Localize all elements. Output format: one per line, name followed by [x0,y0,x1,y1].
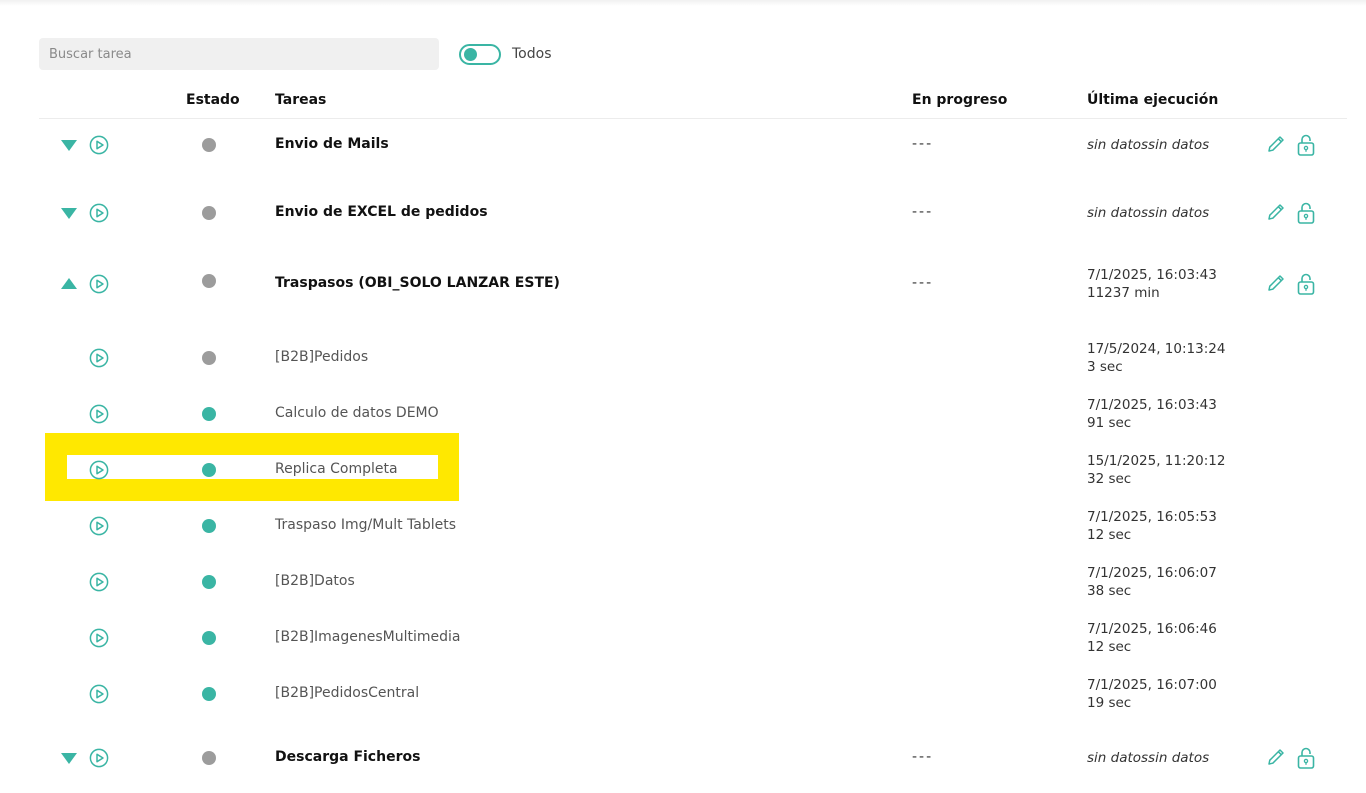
lock-icon[interactable] [1296,272,1316,296]
last-run-date: 17/5/2024, 10:13:24 [1087,341,1226,357]
status-dot [202,407,216,421]
task-row-envio-de-excel[interactable]: Envio de EXCEL de pedidos --- sin datoss… [0,202,1366,224]
play-icon[interactable] [89,274,109,294]
play-icon[interactable] [89,404,109,424]
task-last-run: sin datossin datos [1087,750,1210,766]
last-run-duration: 91 sec [1087,415,1132,431]
last-run-duration: 12 sec [1087,527,1132,543]
status-dot [202,519,216,533]
expand-caret-icon[interactable] [61,208,77,219]
status-dot [202,463,216,477]
last-run-duration: 38 sec [1087,583,1132,599]
header-divider [39,118,1347,119]
subtask-row[interactable]: Calculo de datos DEMO 7/1/2025, 16:03:43… [0,397,1366,431]
play-icon[interactable] [89,348,109,368]
play-icon[interactable] [89,748,109,768]
task-name: [B2B]ImagenesMultimedia [275,629,461,645]
todos-toggle[interactable] [459,44,501,65]
last-run-duration: 3 sec [1087,359,1123,375]
last-run-duration: 11237 min [1087,285,1160,301]
status-dot [202,751,216,765]
status-dot [202,631,216,645]
toggle-knob [464,48,477,61]
last-run-date: 7/1/2025, 16:07:00 [1087,677,1217,693]
search-input[interactable] [39,38,439,70]
task-last-run: 7/1/2025, 16:03:43 11237 min [1087,266,1217,302]
status-dot [202,206,216,220]
last-run-date: 7/1/2025, 16:06:46 [1087,621,1217,637]
play-icon[interactable] [89,628,109,648]
last-run-date: 7/1/2025, 16:05:53 [1087,509,1217,525]
task-last-run: sin datossin datos [1087,137,1210,153]
last-run-duration: 32 sec [1087,471,1132,487]
task-last-run: 7/1/2025, 16:05:53 12 sec [1087,508,1217,544]
status-dot [202,687,216,701]
status-dot [202,274,216,288]
toggle-label: Todos [512,46,552,62]
task-progress: --- [912,275,934,291]
subtask-row[interactable]: [B2B]Datos 7/1/2025, 16:06:07 38 sec [0,565,1366,599]
pencil-icon[interactable] [1266,202,1286,222]
last-run-date: 15/1/2025, 11:20:12 [1087,453,1226,469]
pencil-icon[interactable] [1266,273,1286,293]
column-header-estado: Estado [186,92,240,108]
task-last-run: 17/5/2024, 10:13:24 3 sec [1087,340,1225,376]
task-name: Traspasos (OBI_SOLO LANZAR ESTE) [275,275,560,291]
play-icon[interactable] [89,516,109,536]
column-header-tareas: Tareas [275,92,327,108]
subtask-row-highlighted[interactable]: Replica Completa 15/1/2025, 11:20:12 32 … [0,453,1366,487]
status-dot [202,351,216,365]
play-icon[interactable] [89,135,109,155]
task-last-run: 7/1/2025, 16:06:46 12 sec [1087,620,1217,656]
task-row-envio-de-mails[interactable]: Envio de Mails --- sin datossin datos [0,134,1366,156]
last-run-duration: 19 sec [1087,695,1132,711]
play-icon[interactable] [89,460,109,480]
subtask-row[interactable]: [B2B]ImagenesMultimedia 7/1/2025, 16:06:… [0,621,1366,655]
task-name: [B2B]Datos [275,573,355,589]
expand-caret-icon[interactable] [61,753,77,764]
task-name: [B2B]PedidosCentral [275,685,420,701]
expand-caret-icon[interactable] [61,140,77,151]
task-last-run: 7/1/2025, 16:03:43 91 sec [1087,396,1217,432]
subtask-row[interactable]: [B2B]PedidosCentral 7/1/2025, 16:07:00 1… [0,677,1366,711]
lock-icon[interactable] [1296,746,1316,770]
column-header-ultima-ejecucion: Última ejecución [1087,92,1219,108]
collapse-caret-icon[interactable] [61,278,77,289]
task-name: Replica Completa [275,461,398,477]
status-dot [202,575,216,589]
column-header-en-progreso: En progreso [912,92,1008,108]
task-name: Envio de EXCEL de pedidos [275,204,488,220]
lock-icon[interactable] [1296,201,1316,225]
last-run-duration: 12 sec [1087,639,1132,655]
subtask-row[interactable]: [B2B]Pedidos 17/5/2024, 10:13:24 3 sec [0,341,1366,375]
task-name: Envio de Mails [275,136,389,152]
status-dot [202,138,216,152]
play-icon[interactable] [89,572,109,592]
task-last-run: 7/1/2025, 16:06:07 38 sec [1087,564,1217,600]
task-name: Traspaso Img/Mult Tablets [275,517,457,533]
task-last-run: sin datossin datos [1087,205,1210,221]
task-row-descarga-ficheros[interactable]: Descarga Ficheros --- sin datossin datos [0,747,1366,769]
task-name: [B2B]Pedidos [275,349,369,365]
task-progress: --- [912,136,934,152]
pencil-icon[interactable] [1266,134,1286,154]
play-icon[interactable] [89,203,109,223]
last-run-date: 7/1/2025, 16:06:07 [1087,565,1217,581]
task-name: Descarga Ficheros [275,749,421,765]
last-run-date: 7/1/2025, 16:03:43 [1087,397,1217,413]
lock-icon[interactable] [1296,133,1316,157]
last-run-date: 7/1/2025, 16:03:43 [1087,267,1217,283]
task-row-traspasos[interactable]: Traspasos (OBI_SOLO LANZAR ESTE) --- 7/1… [0,267,1366,301]
top-shadow [0,0,1366,6]
subtask-row[interactable]: Traspaso Img/Mult Tablets 7/1/2025, 16:0… [0,509,1366,543]
pencil-icon[interactable] [1266,747,1286,767]
task-name: Calculo de datos DEMO [275,405,439,421]
task-last-run: 15/1/2025, 11:20:12 32 sec [1087,452,1225,488]
task-progress: --- [912,204,934,220]
play-icon[interactable] [89,684,109,704]
task-last-run: 7/1/2025, 16:07:00 19 sec [1087,676,1217,712]
task-progress: --- [912,749,934,765]
